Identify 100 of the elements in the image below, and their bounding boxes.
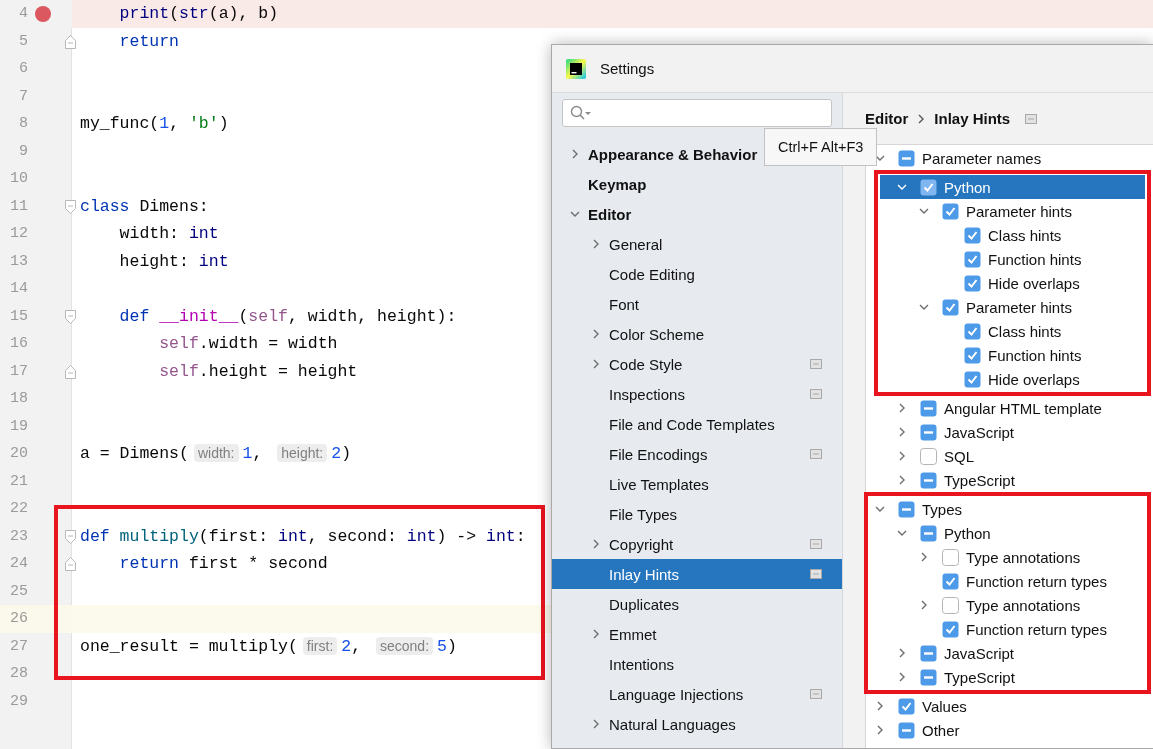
fold-marker-icon[interactable]	[65, 557, 76, 571]
line-number: 14	[9, 280, 28, 298]
nav-item[interactable]: Duplicates	[552, 589, 842, 619]
tree-row[interactable]: Function hints	[880, 247, 1145, 271]
tree-row[interactable]: Function hints	[880, 343, 1145, 367]
checkbox[interactable]	[920, 668, 937, 686]
tree-row[interactable]: Types	[870, 497, 1145, 521]
nav-item[interactable]: Font	[552, 289, 842, 319]
nav-item[interactable]: Natural Languages	[552, 709, 842, 739]
line-number: 23	[9, 527, 28, 545]
nav-item[interactable]: Code Style	[552, 349, 842, 379]
line-number: 27	[9, 637, 28, 655]
checkbox[interactable]	[942, 548, 959, 566]
checkbox[interactable]	[920, 178, 937, 196]
line-number: 26	[9, 610, 28, 628]
line-number: 21	[9, 472, 28, 490]
line-number: 19	[9, 417, 28, 435]
checkbox[interactable]	[942, 596, 959, 614]
window-title: Settings	[600, 60, 655, 77]
tree-row[interactable]: TypeScript	[870, 665, 1145, 689]
nav-item[interactable]: File and Code Templates	[552, 409, 842, 439]
checkbox[interactable]	[942, 202, 959, 220]
checkbox[interactable]	[898, 149, 915, 167]
small-rectangle-icon	[1025, 113, 1038, 124]
nav-item[interactable]: Color Scheme	[552, 319, 842, 349]
fold-marker-icon[interactable]	[65, 309, 76, 324]
line-number: 17	[9, 362, 28, 380]
checkbox[interactable]	[898, 500, 915, 518]
line-number: 20	[9, 445, 28, 463]
fold-marker-icon[interactable]	[65, 199, 76, 214]
tree-row[interactable]: Class hints	[880, 319, 1145, 343]
search-field[interactable]	[562, 99, 832, 127]
fold-marker-icon[interactable]	[65, 364, 76, 379]
tree-row[interactable]: Hide overlaps	[880, 271, 1145, 295]
checkbox[interactable]	[920, 447, 937, 465]
checkbox[interactable]	[920, 471, 937, 489]
checkbox[interactable]	[920, 524, 937, 542]
nav-item[interactable]: Live Templates	[552, 469, 842, 499]
breakpoint-icon[interactable]	[35, 6, 51, 22]
nav-item[interactable]: File Encodings	[552, 439, 842, 469]
nav-item[interactable]: Keymap	[552, 169, 842, 199]
code-line: def __init__(self, width, height):	[118, 306, 457, 326]
line-number: 9	[18, 142, 28, 160]
tree-row[interactable]: Parameter hints	[880, 199, 1145, 223]
line-number: 15	[9, 307, 28, 325]
checkbox[interactable]	[898, 721, 915, 739]
tree-row[interactable]: Python	[870, 521, 1145, 545]
nav-item[interactable]: Editor	[552, 199, 842, 229]
tree-row[interactable]: Parameter hints	[880, 295, 1145, 319]
checkbox[interactable]	[942, 572, 959, 590]
breadcrumb-item[interactable]: Editor	[865, 110, 909, 127]
checkbox[interactable]	[964, 226, 981, 244]
line-number: 4	[18, 5, 28, 23]
nav-item[interactable]: Inlay Hints	[552, 559, 842, 589]
code-line: my_func(1, 'b')	[79, 114, 229, 134]
nav-item[interactable]: General	[552, 229, 842, 259]
checkbox[interactable]	[964, 274, 981, 292]
breadcrumb-item[interactable]: Inlay Hints	[934, 110, 1011, 127]
breadcrumb-separator-icon	[917, 113, 926, 124]
checkbox[interactable]	[964, 370, 981, 388]
nav-item[interactable]: Inspections	[552, 379, 842, 409]
line-number: 22	[9, 500, 28, 518]
app-logo-icon	[566, 58, 586, 79]
tree-row[interactable]: Angular HTML template	[866, 396, 1153, 420]
tree-row[interactable]: TypeScript	[866, 468, 1153, 492]
tree-row[interactable]: JavaScript	[866, 420, 1153, 444]
checkbox[interactable]	[920, 644, 937, 662]
tree-row[interactable]: Values	[866, 694, 1153, 718]
tree-row[interactable]: Type annotations	[870, 593, 1145, 617]
tree-row[interactable]: Other	[866, 718, 1153, 742]
nav-item[interactable]: Intentions	[552, 649, 842, 679]
tree-row[interactable]: Function return types	[870, 569, 1145, 593]
tree-row[interactable]: Type annotations	[870, 545, 1145, 569]
line-number: 28	[9, 665, 28, 683]
tree-row[interactable]: Function return types	[870, 617, 1145, 641]
code-line: a = Dimens( width: 1, height: 2)	[79, 444, 352, 464]
nav-item[interactable]: Copyright	[552, 529, 842, 559]
nav-item[interactable]: Code Editing	[552, 259, 842, 289]
tree-row[interactable]: Python	[880, 175, 1145, 199]
tree-row[interactable]: Hide overlaps	[880, 367, 1145, 391]
code-line: class Dimens:	[79, 196, 209, 216]
tree-row[interactable]: SQL	[866, 444, 1153, 468]
checkbox[interactable]	[942, 620, 959, 638]
checkbox[interactable]	[964, 322, 981, 340]
checkbox[interactable]	[964, 250, 981, 268]
tree-row[interactable]: JavaScript	[870, 641, 1145, 665]
line-number: 7	[18, 87, 28, 105]
tree-row[interactable]: Class hints	[880, 223, 1145, 247]
checkbox[interactable]	[942, 298, 959, 316]
checkbox[interactable]	[964, 346, 981, 364]
line-number: 8	[18, 115, 28, 133]
checkbox[interactable]	[920, 399, 937, 417]
nav-item[interactable]: Language Injections	[552, 679, 842, 709]
checkbox[interactable]	[898, 697, 915, 715]
fold-marker-icon[interactable]	[65, 34, 76, 49]
checkbox[interactable]	[920, 423, 937, 441]
fold-marker-icon[interactable]	[65, 529, 76, 544]
line-number: 29	[9, 692, 28, 710]
nav-item[interactable]: Emmet	[552, 619, 842, 649]
nav-item[interactable]: File Types	[552, 499, 842, 529]
